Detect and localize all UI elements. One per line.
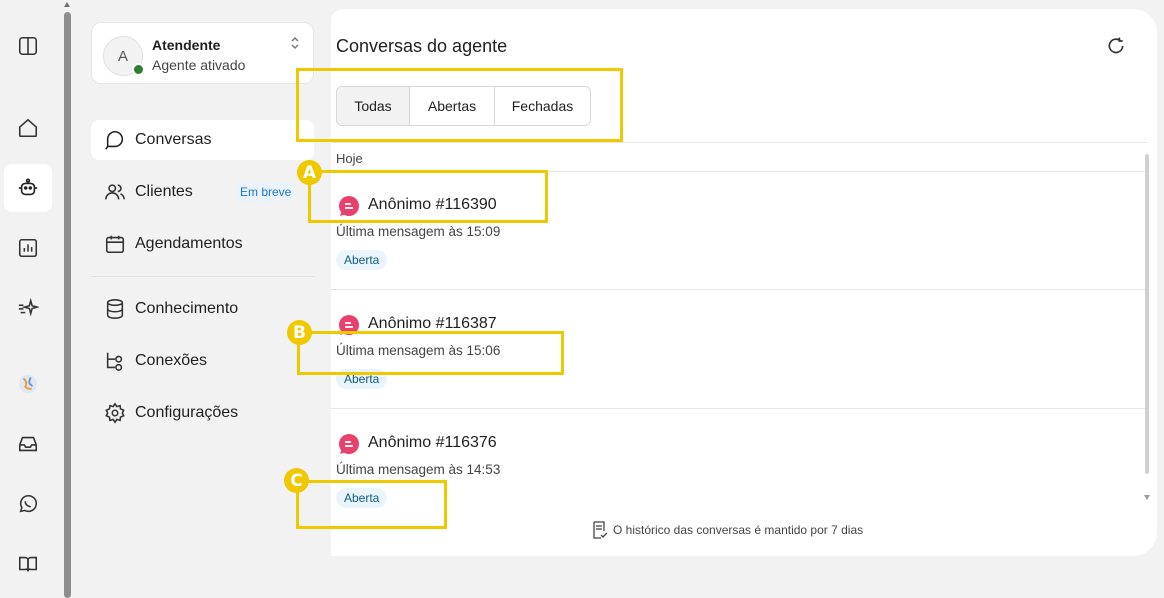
- highlight-box-c: [296, 480, 447, 529]
- scroll-down-arrow-icon[interactable]: [1144, 495, 1150, 500]
- whatsapp-icon[interactable]: [4, 480, 52, 528]
- marker-a: A: [297, 160, 322, 185]
- agent-selector[interactable]: A Atendente Agente ativado: [91, 22, 314, 84]
- marker-b: B: [287, 320, 312, 345]
- chat-bubble-icon: [339, 434, 359, 454]
- sidebar-divider: [91, 276, 314, 277]
- panel-toggle-icon[interactable]: [4, 22, 52, 70]
- sidebar-item-label: Clientes: [135, 183, 193, 200]
- page-scrollbar[interactable]: [62, 0, 73, 598]
- highlight-box-a: [308, 170, 548, 223]
- agent-status: Agente ativado: [152, 57, 246, 73]
- sidebar-item-label: Conversas: [135, 131, 212, 148]
- conversation-name: Anônimo #116376: [368, 434, 497, 451]
- chevron-up-down-icon[interactable]: [289, 35, 301, 51]
- status-dot: [132, 63, 145, 76]
- sidebar-item-label: Configurações: [135, 404, 239, 421]
- agent-name: Atendente: [152, 37, 221, 53]
- list-top-divider: [331, 142, 1147, 143]
- robot-icon[interactable]: [4, 164, 52, 212]
- conversation-item[interactable]: Anônimo #116376 Última mensagem às 14:53…: [331, 410, 1147, 528]
- scroll-up-arrow-icon[interactable]: [64, 2, 70, 7]
- chat-icon: [105, 130, 124, 150]
- sidebar-item-label: Conhecimento: [135, 300, 239, 317]
- document-check-icon: [593, 521, 608, 539]
- marker-c: C: [284, 468, 309, 493]
- inbox-icon[interactable]: [4, 420, 52, 468]
- coming-soon-badge: Em breve: [237, 182, 295, 202]
- home-icon[interactable]: [4, 104, 52, 152]
- refresh-icon[interactable]: [1106, 36, 1126, 56]
- book-icon[interactable]: [4, 540, 52, 588]
- sidebar-item-agendamentos[interactable]: Agendamentos: [91, 224, 314, 264]
- scrollbar-thumb[interactable]: [64, 12, 71, 598]
- date-group-label: Hoje: [336, 151, 363, 166]
- sidebar-item-clientes[interactable]: Clientes Em breve: [91, 172, 314, 212]
- sidebar-item-label: Agendamentos: [135, 235, 243, 252]
- history-note: O histórico das conversas é mantido por …: [592, 521, 863, 539]
- sidebar-item-conversas[interactable]: Conversas: [91, 120, 314, 160]
- calendar-icon: [105, 235, 125, 254]
- connections-icon: [106, 352, 123, 371]
- highlight-box-tabs: [296, 68, 623, 142]
- sidebar-item-label: Conexões: [135, 352, 208, 369]
- database-icon: [106, 299, 124, 319]
- list-scrollbar-thumb[interactable]: [1145, 154, 1149, 474]
- gear-icon: [105, 402, 125, 424]
- row-divider: [331, 289, 1147, 290]
- sidebar-item-conexoes[interactable]: Conexões: [91, 341, 314, 381]
- icon-rail: [0, 0, 62, 598]
- users-icon: [105, 184, 125, 200]
- list-scrollbar[interactable]: [1144, 142, 1150, 512]
- history-note-text: O histórico das conversas é mantido por …: [613, 523, 864, 537]
- sidebar-item-conhecimento[interactable]: Conhecimento: [91, 289, 314, 329]
- row-divider: [331, 408, 1147, 409]
- conversation-last-message: Última mensagem às 14:53: [336, 462, 501, 477]
- sparkle-icon[interactable]: [4, 284, 52, 332]
- highlight-box-b: [297, 331, 564, 375]
- status-badge: Aberta: [336, 250, 388, 270]
- page-title: Conversas do agente: [336, 36, 508, 56]
- conversation-last-message: Última mensagem às 15:09: [336, 224, 501, 239]
- globe-avatar-icon[interactable]: [4, 360, 52, 408]
- sidebar-item-configuracoes[interactable]: Configurações: [91, 393, 314, 433]
- bar-chart-icon[interactable]: [4, 224, 52, 272]
